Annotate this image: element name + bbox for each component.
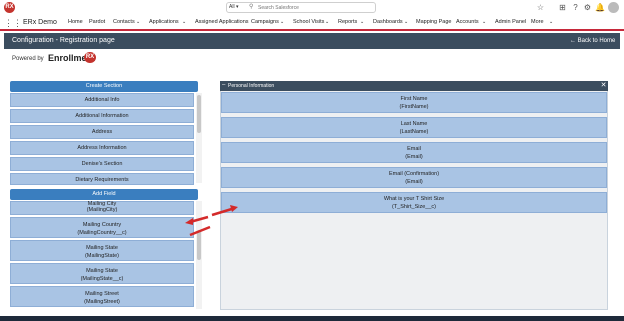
add-field-button[interactable]: Add Field [10, 189, 198, 200]
nav-item-contacts[interactable]: Contacts [113, 16, 135, 29]
back-to-home-link[interactable]: ← Back to Home [570, 33, 615, 49]
create-section-button[interactable]: Create Section [10, 81, 198, 92]
nav-item-accounts[interactable]: Accounts [456, 16, 479, 29]
section-field-label: Email [407, 146, 421, 152]
section-field-api: (Email) [405, 154, 423, 160]
nav-item-assigned-applications[interactable]: Assigned Applications [195, 16, 249, 29]
brand-badge: RX [84, 52, 96, 63]
chevron-down-icon[interactable]: ⌄ [360, 16, 364, 29]
section-field[interactable]: Last Name (LastName) [221, 117, 607, 138]
field-item-api: (MailingState__c) [80, 276, 124, 282]
search-scope-label: All [229, 4, 235, 10]
field-item-label: Mailing Country [82, 222, 122, 228]
chevron-down-icon[interactable]: ⌄ [280, 16, 284, 29]
powered-by-label: Powered by [12, 56, 44, 62]
nav-item-home[interactable]: Home [68, 16, 83, 29]
field-item[interactable]: Mailing State (MailingState__c) [10, 263, 194, 284]
section-field-api: (Email) [405, 179, 423, 185]
field-item-api: (MailingState) [85, 253, 119, 259]
settings-icon[interactable]: ⚙ [583, 3, 592, 12]
nav-item-school-visits[interactable]: School Visits [293, 16, 324, 29]
section-field-label: First Name [400, 96, 428, 102]
section-editor-header [220, 81, 608, 91]
close-icon[interactable]: ✕ [600, 81, 607, 91]
minus-icon[interactable]: – [222, 81, 227, 91]
section-field[interactable]: First Name (FirstName) [221, 92, 607, 113]
help-icon[interactable]: ? [571, 3, 580, 12]
chevron-down-icon[interactable]: ⌄ [549, 16, 553, 29]
nav-item-pardot[interactable]: Pardot [89, 16, 105, 29]
sections-scroll-thumb[interactable] [197, 95, 201, 133]
chevron-down-icon[interactable]: ⌄ [482, 16, 486, 29]
section-item[interactable]: Additional Info [10, 93, 194, 107]
favorites-icon[interactable]: ☆ [536, 3, 545, 12]
field-item[interactable]: Mailing State (MailingState) [10, 240, 194, 261]
page-title: Configuration - Registration page [12, 37, 115, 44]
section-field-api: (FirstName) [399, 104, 429, 110]
field-item-api: (MailingCity) [86, 207, 118, 213]
section-field-api: (T_Shirt_Size__c) [391, 204, 437, 210]
avatar[interactable] [608, 2, 619, 13]
field-item-label: Mailing Street [85, 291, 119, 297]
field-item[interactable]: Mailing Country (MailingCountry__c) [10, 217, 194, 238]
section-field[interactable]: Email (Email) [221, 142, 607, 163]
chevron-down-icon[interactable]: ⌄ [136, 16, 140, 29]
field-item-label: Mailing State [86, 268, 118, 274]
chevron-down-icon[interactable]: ⌄ [404, 16, 408, 29]
notifications-icon[interactable]: 🔔 [595, 3, 605, 12]
nav-item-reports[interactable]: Reports [338, 16, 357, 29]
section-item[interactable]: Address [10, 125, 194, 139]
nav-item-campaigns[interactable]: Campaigns [251, 16, 279, 29]
section-field-label: What is your T Shirt Size [383, 196, 445, 202]
section-field-api: (LastName) [399, 129, 429, 135]
chevron-down-icon[interactable]: ⌄ [182, 16, 186, 29]
section-item[interactable]: Additional Information [10, 109, 194, 123]
chevron-down-icon[interactable]: ⌄ [325, 16, 329, 29]
field-item[interactable]: Mailing Street (MailingStreet) [10, 286, 194, 307]
taskbar [0, 316, 624, 321]
app-launcher-icon[interactable]: ⋮⋮ [4, 18, 22, 28]
section-item[interactable]: Dietary Requirements [10, 173, 194, 185]
section-editor-title: Personal Information [228, 83, 275, 89]
app-name: ERx Demo [23, 19, 57, 26]
section-field-label: Email (Confirmation) [388, 171, 440, 177]
field-item-api: (MailingCountry__c) [77, 230, 127, 236]
section-item[interactable]: Address Information [10, 141, 194, 155]
nav-item-more[interactable]: More [531, 16, 544, 29]
field-item[interactable]: Mailing City (MailingCity) [10, 201, 194, 215]
search-input[interactable] [258, 3, 368, 12]
field-item-api: (MailingStreet) [84, 299, 120, 305]
nav-item-admin-panel[interactable]: Admin Panel [495, 16, 526, 29]
search-scope-select[interactable]: All ▾ [229, 3, 247, 12]
field-item-label: Mailing State [86, 245, 118, 251]
section-field-label: Last Name [400, 121, 428, 127]
nav-item-dashboards[interactable]: Dashboards [373, 16, 403, 29]
section-field[interactable]: What is your T Shirt Size (T_Shirt_Size_… [221, 192, 607, 213]
section-item[interactable]: Denise's Section [10, 157, 194, 171]
drag-arrow-annotation [185, 205, 238, 237]
nav-item-mapping-page[interactable]: Mapping Page [416, 16, 451, 29]
nav-item-applications[interactable]: Applications [149, 16, 179, 29]
search-icon: ⚲ [249, 4, 254, 10]
add-icon[interactable]: ⊞ [558, 3, 567, 12]
section-field[interactable]: Email (Confirmation) (Email) [221, 167, 607, 188]
org-logo[interactable]: RX [4, 2, 15, 13]
